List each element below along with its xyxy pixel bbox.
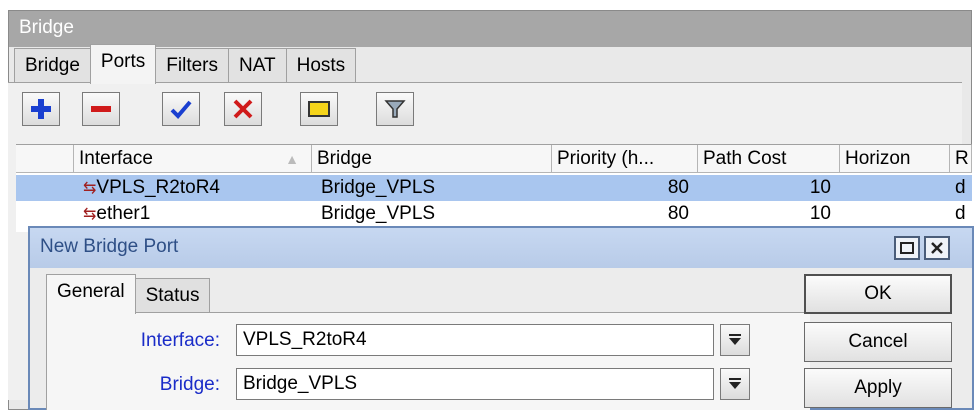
table-header-path-cost[interactable]: Path Cost bbox=[698, 145, 840, 173]
table-header-r[interactable]: R bbox=[950, 145, 972, 173]
sort-ascending-icon: ▲ bbox=[285, 151, 299, 167]
comment-icon bbox=[308, 101, 330, 117]
x-icon bbox=[233, 99, 253, 119]
main-tabs: Bridge Ports Filters NAT Hosts bbox=[14, 44, 357, 84]
priority-cell: 80 bbox=[667, 177, 689, 198]
interface-name: VPLS_R2toR4 bbox=[96, 177, 220, 198]
r-cell: d bbox=[955, 177, 966, 198]
dropdown-arrow-icon bbox=[729, 378, 741, 389]
bridge-field[interactable]: Bridge_VPLS bbox=[236, 368, 714, 400]
table-row[interactable]: ⇆VPLS_R2toR4 Bridge_VPLS 80 10 d bbox=[16, 175, 972, 201]
horizon-cell bbox=[840, 201, 950, 227]
table-header-bridge[interactable]: Bridge bbox=[312, 145, 552, 173]
tab-hosts[interactable]: Hosts bbox=[285, 48, 357, 84]
filter-button[interactable] bbox=[376, 92, 414, 126]
interface-name: ether1 bbox=[96, 203, 151, 224]
interface-dropdown-button[interactable] bbox=[720, 324, 750, 356]
bridge-dropdown-button[interactable] bbox=[720, 368, 750, 400]
minus-icon bbox=[91, 106, 111, 112]
bridge-port-icon: ⇆ bbox=[83, 180, 97, 197]
new-bridge-port-dialog: New Bridge Port General Status Interface… bbox=[28, 226, 974, 410]
r-cell: d bbox=[955, 203, 966, 224]
interface-cell: ⇆ether1 bbox=[78, 201, 312, 227]
table-row[interactable]: ⇆ether1 Bridge_VPLS 80 10 d bbox=[16, 201, 972, 227]
cancel-button[interactable]: Cancel bbox=[804, 322, 952, 362]
tab-nat[interactable]: NAT bbox=[228, 48, 287, 84]
remove-button[interactable] bbox=[82, 92, 120, 126]
interface-field[interactable]: VPLS_R2toR4 bbox=[236, 324, 714, 356]
filter-icon bbox=[384, 100, 406, 118]
bridge-port-icon: ⇆ bbox=[83, 206, 97, 223]
dropdown-arrow-icon bbox=[729, 334, 741, 345]
close-icon bbox=[931, 242, 943, 254]
dialog-tabs: General Status bbox=[46, 274, 211, 314]
maximize-button[interactable] bbox=[894, 236, 920, 260]
close-button[interactable] bbox=[924, 236, 950, 260]
table-header-interface[interactable]: Interface ▲ bbox=[74, 145, 312, 173]
tab-status[interactable]: Status bbox=[134, 278, 211, 312]
apply-button[interactable]: Apply bbox=[804, 368, 952, 408]
bridge-cell: Bridge_VPLS bbox=[321, 203, 436, 224]
tab-bridge[interactable]: Bridge bbox=[14, 48, 91, 84]
dialog-title: New Bridge Port bbox=[30, 228, 972, 268]
enable-button[interactable] bbox=[162, 92, 200, 126]
check-icon bbox=[170, 100, 192, 119]
maximize-icon bbox=[900, 242, 914, 254]
table-header-priority[interactable]: Priority (h... bbox=[552, 145, 698, 173]
horizon-cell bbox=[840, 175, 950, 201]
plus-icon bbox=[31, 99, 51, 119]
tab-general[interactable]: General bbox=[46, 274, 136, 314]
disable-button[interactable] bbox=[224, 92, 262, 126]
interface-cell: ⇆VPLS_R2toR4 bbox=[78, 175, 312, 201]
tab-filters[interactable]: Filters bbox=[155, 48, 230, 84]
bridge-label: Bridge: bbox=[159, 374, 220, 395]
table-header-label: Interface bbox=[79, 148, 153, 169]
table-header-empty bbox=[16, 145, 74, 173]
window-title: Bridge bbox=[9, 11, 971, 47]
tab-ports[interactable]: Ports bbox=[89, 44, 157, 84]
table-header-horizon[interactable]: Horizon bbox=[840, 145, 950, 173]
priority-cell: 80 bbox=[667, 203, 689, 224]
ok-button[interactable]: OK bbox=[804, 274, 952, 314]
comment-button[interactable] bbox=[300, 92, 338, 126]
ports-table: Interface ▲ Bridge Priority (h... Path C… bbox=[16, 144, 972, 232]
interface-label: Interface: bbox=[140, 330, 220, 351]
add-button[interactable] bbox=[22, 92, 60, 126]
path-cost-cell: 10 bbox=[809, 177, 831, 198]
bridge-cell: Bridge_VPLS bbox=[321, 177, 436, 198]
path-cost-cell: 10 bbox=[809, 203, 831, 224]
